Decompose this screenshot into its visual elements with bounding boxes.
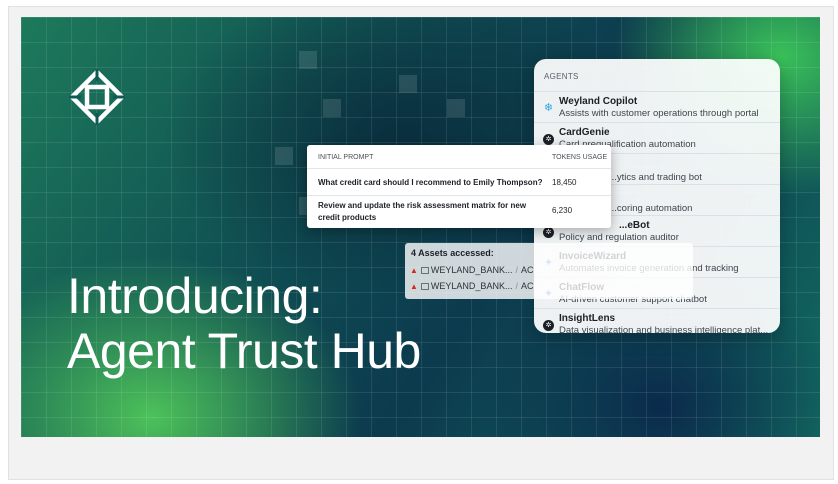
openai-icon: ✲ xyxy=(543,134,554,145)
path-separator: / xyxy=(515,265,518,275)
asset-line[interactable]: ▲ WEYLAND_BANK... / AC xyxy=(410,265,533,275)
headline-line-1: Introducing: xyxy=(67,268,323,324)
asset-source: WEYLAND_BANK... xyxy=(430,281,513,291)
openai-icon: ✲ xyxy=(543,227,554,238)
agent-name: CardGenie xyxy=(559,127,610,138)
tokens-value: 18,450 xyxy=(552,178,577,187)
logo-icon xyxy=(68,68,126,126)
agent-row-weyland-copilot[interactable]: ❄ Weyland Copilot Assists with customer … xyxy=(534,92,780,123)
headline-line-2: Agent Trust Hub xyxy=(67,323,421,379)
warning-icon: ▲ xyxy=(410,282,418,291)
warning-icon: ▲ xyxy=(410,266,418,275)
decorative-square xyxy=(447,99,465,117)
agents-header: AGENTS xyxy=(534,59,780,92)
asset-line[interactable]: ▲ WEYLAND_BANK... / AC xyxy=(410,281,533,291)
tokens-value: 6,230 xyxy=(552,206,573,215)
database-icon xyxy=(420,283,429,291)
prompt-table: INITIAL PROMPT TOKENS USAGE What credit … xyxy=(307,145,611,228)
decorative-square xyxy=(275,147,293,165)
openai-icon: ✲ xyxy=(543,320,554,331)
asset-target: AC xyxy=(520,265,534,275)
assets-panel: 4 Assets accessed: ▲ WEYLAND_BANK... / AC ▲… xyxy=(405,243,693,299)
decorative-square xyxy=(399,75,417,93)
prompt-text: What credit card should I recommend to E… xyxy=(318,178,543,187)
prompt-row[interactable]: What credit card should I recommend to E… xyxy=(307,169,611,196)
agent-name: Weyland Copilot xyxy=(559,96,638,107)
agent-row-insightlens[interactable]: ✲ InsightLens Data visualization and bus… xyxy=(534,309,780,333)
agent-desc: Data visualization and business intellig… xyxy=(559,325,769,333)
hero-banner: Introducing: Agent Trust Hub AGENTS ❄ We… xyxy=(21,17,820,437)
col-tokens-usage: TOKENS USAGE xyxy=(552,154,608,161)
prompt-row[interactable]: Review and update the risk assessment ma… xyxy=(307,196,611,228)
path-separator: / xyxy=(515,281,518,291)
assets-title: 4 Assets accessed: xyxy=(411,248,494,258)
decorative-square xyxy=(323,99,341,117)
headline: Introducing: Agent Trust Hub xyxy=(67,269,421,379)
asset-source: WEYLAND_BANK... xyxy=(430,265,513,275)
asset-target: AC xyxy=(520,281,534,291)
decorative-square xyxy=(299,51,317,69)
agent-name: InsightLens xyxy=(559,313,616,324)
snowflake-icon: ❄ xyxy=(543,102,554,114)
database-icon xyxy=(420,267,429,275)
agent-desc: Assists with customer operations through… xyxy=(559,108,759,119)
col-initial-prompt: INITIAL PROMPT xyxy=(318,154,374,161)
agent-desc: Policy and regulation auditor xyxy=(559,232,679,243)
prompt-text: Review and update the risk assessment ma… xyxy=(318,201,527,222)
prompt-table-header: INITIAL PROMPT TOKENS USAGE xyxy=(307,145,611,169)
